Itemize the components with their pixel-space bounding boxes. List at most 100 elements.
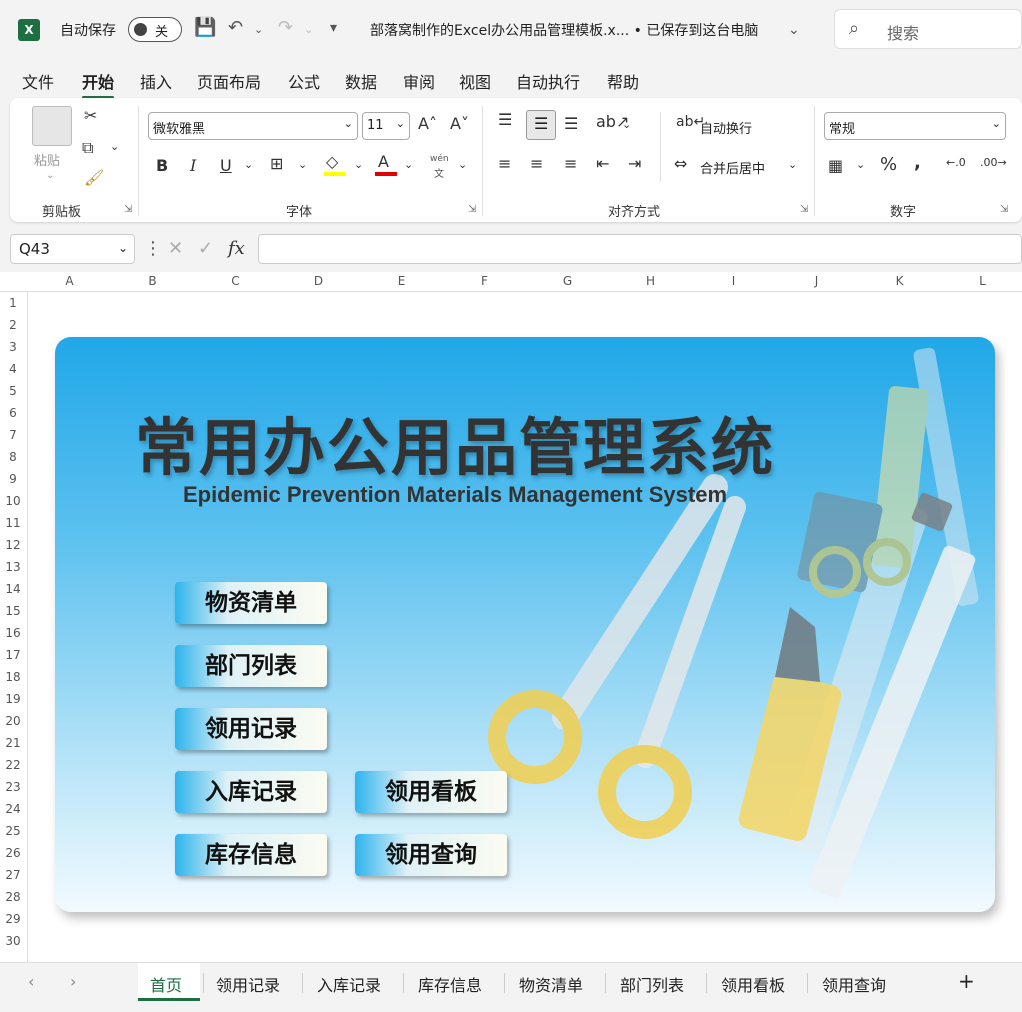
- column-header-cell[interactable]: H: [609, 274, 692, 288]
- menu-formulas[interactable]: 公式: [288, 69, 320, 93]
- phonetic-icon[interactable]: 文: [434, 165, 444, 180]
- search-input[interactable]: ⌕ 搜索: [834, 9, 1022, 49]
- more-icon[interactable]: ⋮: [144, 238, 162, 259]
- font-family-select[interactable]: 微软雅黑 ⌄: [148, 112, 358, 140]
- decrease-decimal-icon[interactable]: .00→: [980, 156, 1007, 169]
- tab-inventory-info[interactable]: 库存信息: [418, 972, 482, 996]
- decrease-font-icon[interactable]: A˅: [450, 114, 469, 133]
- department-list-button[interactable]: 部门列表: [175, 645, 327, 687]
- enter-icon[interactable]: ✓: [198, 238, 213, 259]
- redo-dropdown-icon[interactable]: ⌄: [304, 23, 313, 36]
- orientation-dropdown-icon[interactable]: ⌄: [622, 118, 631, 131]
- autosave-toggle[interactable]: 关: [128, 17, 182, 42]
- column-header-cell[interactable]: C: [194, 274, 277, 288]
- accounting-dropdown-icon[interactable]: ⌄: [856, 158, 865, 171]
- align-bottom-icon[interactable]: ☰: [564, 114, 578, 133]
- tab-home[interactable]: 首页: [150, 972, 182, 996]
- add-sheet-button[interactable]: +: [958, 969, 975, 993]
- stock-in-record-button[interactable]: 入库记录: [175, 771, 327, 813]
- column-header-cell[interactable]: L: [941, 274, 1022, 288]
- merge-center-icon[interactable]: ⇔: [674, 154, 687, 173]
- redo-icon[interactable]: ↷: [278, 17, 293, 38]
- alignment-launcher-icon[interactable]: ⇲: [800, 204, 808, 215]
- inventory-info-button[interactable]: 库存信息: [175, 834, 327, 876]
- column-header-cell[interactable]: K: [858, 274, 941, 288]
- tab-requisition-board[interactable]: 领用看板: [721, 972, 785, 996]
- wrap-text-button[interactable]: 自动换行: [700, 118, 752, 137]
- font-color-dropdown-icon[interactable]: ⌄: [404, 158, 413, 171]
- menu-review[interactable]: 审阅: [403, 69, 435, 93]
- row-header-cell[interactable]: 3: [0, 340, 26, 354]
- copy-dropdown-icon[interactable]: ⌄: [110, 140, 119, 153]
- row-header-cell[interactable]: 20: [0, 714, 26, 728]
- clipboard-launcher-icon[interactable]: ⇲: [124, 204, 132, 215]
- font-color-icon[interactable]: A: [378, 152, 389, 171]
- column-header-cell[interactable]: B: [111, 274, 194, 288]
- menu-home[interactable]: 开始: [82, 69, 115, 99]
- row-header-cell[interactable]: 7: [0, 428, 26, 442]
- customize-toolbar-icon[interactable]: ▾: [330, 20, 337, 36]
- italic-icon[interactable]: I: [190, 156, 196, 175]
- bold-icon[interactable]: B: [156, 156, 168, 175]
- row-header-cell[interactable]: 26: [0, 846, 26, 860]
- insert-function-icon[interactable]: fx: [228, 238, 245, 259]
- paste-icon[interactable]: [32, 106, 72, 146]
- row-header-cell[interactable]: 6: [0, 406, 26, 420]
- row-header-cell[interactable]: 27: [0, 868, 26, 882]
- row-header-cell[interactable]: 9: [0, 472, 26, 486]
- menu-data[interactable]: 数据: [345, 69, 377, 93]
- cut-icon[interactable]: ✂: [84, 106, 97, 125]
- accounting-format-icon[interactable]: ▦: [828, 156, 843, 175]
- fill-dropdown-icon[interactable]: ⌄: [354, 158, 363, 171]
- row-header-cell[interactable]: 23: [0, 780, 26, 794]
- document-title[interactable]: 部落窝制作的Excel办公用品管理模板.x... • 已保存到这台电脑: [370, 20, 758, 40]
- border-dropdown-icon[interactable]: ⌄: [298, 158, 307, 171]
- row-header-cell[interactable]: 11: [0, 516, 26, 530]
- column-header-cell[interactable]: G: [526, 274, 609, 288]
- font-size-select[interactable]: 11 ⌄: [362, 112, 410, 140]
- format-painter-icon[interactable]: 🖌: [84, 168, 104, 187]
- row-header-cell[interactable]: 25: [0, 824, 26, 838]
- column-header-cell[interactable]: D: [277, 274, 360, 288]
- border-icon[interactable]: ⊞: [270, 154, 283, 173]
- row-header-cell[interactable]: 22: [0, 758, 26, 772]
- row-header-cell[interactable]: 12: [0, 538, 26, 552]
- name-box[interactable]: Q43 ⌄: [10, 234, 135, 264]
- requisition-board-button[interactable]: 领用看板: [355, 771, 507, 813]
- row-header-cell[interactable]: 8: [0, 450, 26, 464]
- phonetic-dropdown-icon[interactable]: ⌄: [458, 158, 467, 171]
- underline-icon[interactable]: U: [220, 156, 232, 175]
- align-top-icon[interactable]: ☰: [498, 110, 512, 129]
- increase-decimal-icon[interactable]: ←.0: [946, 156, 966, 169]
- menu-file[interactable]: 文件: [22, 69, 54, 93]
- undo-dropdown-icon[interactable]: ⌄: [254, 23, 263, 36]
- menu-view[interactable]: 视图: [459, 69, 491, 93]
- number-launcher-icon[interactable]: ⇲: [1000, 204, 1008, 215]
- materials-list-button[interactable]: 物资清单: [175, 582, 327, 624]
- increase-indent-icon[interactable]: ⇥: [628, 154, 641, 173]
- number-format-select[interactable]: 常规 ⌄: [824, 112, 1006, 140]
- column-header-cell[interactable]: E: [360, 274, 443, 288]
- row-header-cell[interactable]: 30: [0, 934, 26, 948]
- tab-requisition-record[interactable]: 领用记录: [216, 972, 280, 996]
- increase-font-icon[interactable]: A˄: [418, 114, 437, 133]
- copy-icon[interactable]: ⧉: [82, 138, 93, 158]
- row-header-cell[interactable]: 17: [0, 648, 26, 662]
- requisition-query-button[interactable]: 领用查询: [355, 834, 507, 876]
- font-launcher-icon[interactable]: ⇲: [468, 204, 476, 215]
- row-header-cell[interactable]: 13: [0, 560, 26, 574]
- tab-scroll-right-icon[interactable]: ›: [70, 972, 76, 991]
- title-dropdown-icon[interactable]: ⌄: [788, 22, 800, 38]
- row-header-cell[interactable]: 18: [0, 670, 26, 684]
- column-header-cell[interactable]: I: [692, 274, 775, 288]
- row-header-cell[interactable]: 15: [0, 604, 26, 618]
- column-header-cell[interactable]: F: [443, 274, 526, 288]
- cancel-icon[interactable]: ✕: [168, 238, 183, 259]
- align-center-icon[interactable]: ≡: [530, 154, 543, 173]
- align-right-icon[interactable]: ≡: [564, 154, 577, 173]
- tab-stock-in-record[interactable]: 入库记录: [317, 972, 381, 996]
- row-header-cell[interactable]: 29: [0, 912, 26, 926]
- row-header-cell[interactable]: 10: [0, 494, 26, 508]
- row-header-cell[interactable]: 28: [0, 890, 26, 904]
- menu-page-layout[interactable]: 页面布局: [197, 69, 261, 93]
